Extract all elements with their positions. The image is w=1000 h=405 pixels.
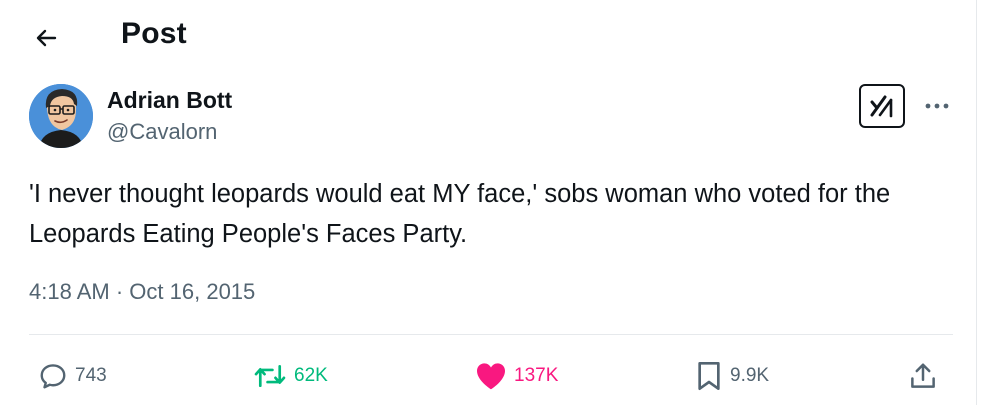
divider — [29, 334, 953, 335]
share-button[interactable] — [908, 356, 938, 396]
bookmark-count: 9.9K — [730, 365, 770, 386]
repost-icon — [254, 364, 286, 388]
avatar[interactable] — [29, 84, 93, 148]
more-options-button[interactable] — [920, 92, 954, 120]
repost-count: 62K — [294, 365, 328, 386]
author-handle[interactable]: @Cavalorn — [107, 119, 217, 145]
post-date[interactable]: Oct 16, 2015 — [129, 279, 255, 304]
repost-button[interactable]: 62K — [253, 356, 328, 396]
like-button[interactable]: 137K — [475, 356, 558, 396]
post-time[interactable]: 4:18 AM — [29, 279, 110, 304]
bookmark-icon — [698, 362, 720, 390]
arrow-left-icon — [36, 29, 57, 47]
reply-button[interactable]: 743 — [38, 356, 107, 396]
grok-button[interactable] — [859, 84, 905, 128]
column-border — [976, 0, 977, 405]
reply-count: 743 — [75, 365, 107, 386]
timestamp-separator: · — [115, 279, 124, 304]
like-count: 137K — [514, 365, 559, 386]
post-timestamp: 4:18 AM · Oct 16, 2015 — [29, 279, 255, 305]
page-title: Post — [121, 17, 187, 50]
reply-icon — [40, 364, 66, 389]
share-icon — [911, 363, 935, 388]
post-text: 'I never thought leopards would eat MY f… — [29, 180, 891, 248]
back-button[interactable] — [28, 20, 64, 56]
bookmark-button[interactable]: 9.9K — [695, 356, 769, 396]
avatar-image — [29, 84, 93, 148]
author-display-name[interactable]: Adrian Bott — [107, 87, 232, 114]
grok-icon — [870, 95, 893, 118]
more-dots-icon — [925, 103, 949, 109]
heart-icon — [477, 363, 505, 390]
